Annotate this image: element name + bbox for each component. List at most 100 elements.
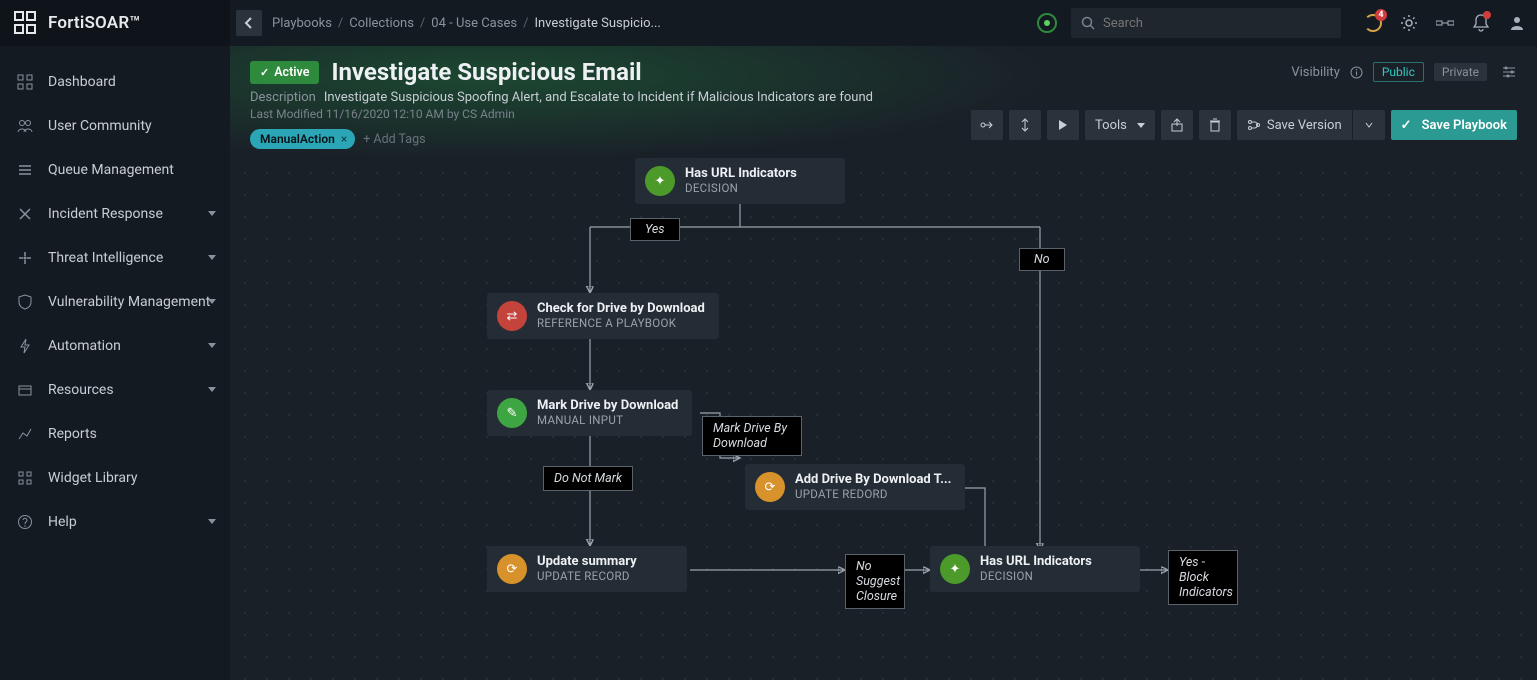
workflow-canvas[interactable]: ✦ Has URL IndicatorsDECISION Yes No ⇄ Ch… [230,158,1537,680]
bolt-icon [16,337,34,355]
modified-label: Last Modified [250,107,323,121]
sidebar-item-label: User Community [48,118,152,134]
tag-label: ManualAction [260,132,335,146]
sidebar-item-automation[interactable]: Automation [0,324,230,368]
search-input[interactable] [1103,16,1331,31]
manual-input-icon: ✎ [497,398,527,428]
description-label: Description [250,90,316,105]
notification-count: 4 [1375,9,1387,21]
tag-pill[interactable]: ManualAction × [250,129,355,149]
info-icon[interactable] [1350,66,1363,79]
shield-icon [16,293,34,311]
tools-dropdown[interactable]: Tools [1085,110,1155,140]
pending-tasks-icon[interactable]: 4 [1357,7,1389,39]
breadcrumb: Playbooks/ Collections/ 04 - Use Cases/ … [272,16,661,31]
edge-label-no-suggest[interactable]: No Suggest Closure [845,554,905,609]
edge-label-no[interactable]: No [1019,248,1065,271]
connector-icon[interactable] [1429,7,1461,39]
sidebar-item-queue-management[interactable]: Queue Management [0,148,230,192]
visibility-private-button[interactable]: Private [1434,63,1487,81]
node-check-drive-by-download[interactable]: ⇄ Check for Drive by DownloadREFERENCE A… [487,293,719,339]
decision-icon: ✦ [940,554,970,584]
grid-icon [16,73,34,91]
tag-remove-icon[interactable]: × [341,132,347,146]
description-text: Investigate Suspicious Spoofing Alert, a… [324,90,873,105]
sidebar-item-vulnerability-management[interactable]: Vulnerability Management [0,280,230,324]
export-button[interactable] [1161,110,1193,140]
save-playbook-button[interactable]: Save Playbook [1391,110,1517,140]
edge-label-yes-block[interactable]: Yes - Block Indicators [1168,550,1238,605]
update-record-icon: ⟳ [497,554,527,584]
search-icon [1081,16,1095,30]
sidebar-item-label: Dashboard [48,74,116,90]
users-icon [16,117,34,135]
sidebar-item-label: Incident Response [48,206,163,222]
sidebar-item-label: Vulnerability Management [48,294,210,310]
update-record-icon: ⟳ [755,472,785,502]
notifications-icon[interactable] [1465,7,1497,39]
sidebar-item-label: Queue Management [48,162,174,178]
app-name: FortiSOAR™ [48,13,140,33]
sidebar-item-widget-library[interactable]: Widget Library [0,456,230,500]
sidebar-item-threat-intelligence[interactable]: Threat Intelligence [0,236,230,280]
widget-icon [16,469,34,487]
node-has-url-indicators-1[interactable]: ✦ Has URL IndicatorsDECISION [635,158,845,204]
node-update-summary[interactable]: ⟳ Update summaryUPDATE RECORD [487,546,687,592]
sidebar-item-label: Resources [48,382,114,398]
back-button[interactable] [236,10,262,36]
playbook-header: Active Investigate Suspicious Email Visi… [230,46,1537,158]
visibility-label: Visibility [1291,65,1340,80]
visibility-public-button[interactable]: Public [1373,62,1424,82]
delete-button[interactable] [1199,110,1231,140]
save-version-button[interactable]: Save Version [1237,110,1352,140]
save-version-caret[interactable] [1353,110,1385,140]
breadcrumb-item[interactable]: 04 - Use Cases [431,16,517,31]
reference-icon: ⇄ [497,301,527,331]
branch-icon [1247,119,1261,131]
sidebar-item-incident-response[interactable]: Incident Response [0,192,230,236]
node-add-drive-by-download[interactable]: ⟳ Add Drive By Download T...UPDATE REDOR… [745,464,965,510]
logo-icon [14,11,38,35]
output-step-button[interactable] [1009,110,1041,140]
node-has-url-indicators-2[interactable]: ✦ Has URL IndicatorsDECISION [930,546,1140,592]
status-badge[interactable]: Active [250,61,319,84]
breadcrumb-current: Investigate Suspicio... [534,16,660,31]
queue-icon [16,161,34,179]
input-step-button[interactable] [971,110,1003,140]
sidebar-item-help[interactable]: Help [0,500,230,544]
notification-dot [1483,11,1491,19]
sidebar-item-reports[interactable]: Reports [0,412,230,456]
help-icon [16,513,34,531]
sidebar-item-label: Widget Library [48,470,137,486]
box-icon [16,381,34,399]
incident-icon [16,205,34,223]
global-search[interactable] [1071,8,1341,38]
sidebar-item-label: Automation [48,338,121,354]
sidebar-item-resources[interactable]: Resources [0,368,230,412]
breadcrumb-item[interactable]: Collections [349,16,414,31]
decision-icon: ✦ [645,166,675,196]
chart-icon [16,425,34,443]
editor-toolbar: Tools Save Version Save Playbook [971,110,1517,140]
node-mark-drive-by-download[interactable]: ✎ Mark Drive by DownloadMANUAL INPUT [487,390,692,436]
sidebar-item-label: Threat Intelligence [48,250,163,266]
user-icon[interactable] [1501,7,1533,39]
sidebar: Dashboard User Community Queue Managemen… [0,46,230,680]
sidebar-item-label: Help [48,514,77,530]
status-indicator-icon[interactable] [1037,13,1057,33]
threat-icon [16,249,34,267]
breadcrumb-item[interactable]: Playbooks [272,16,332,31]
run-button[interactable] [1047,110,1079,140]
modified-value: 11/16/2020 12:10 AM by CS Admin [326,107,515,121]
sidebar-item-dashboard[interactable]: Dashboard [0,60,230,104]
edge-label-mark-drive[interactable]: Mark Drive By Download [702,416,802,456]
settings-sliders-icon[interactable] [1501,65,1517,79]
page-title: Investigate Suspicious Email [331,58,641,86]
sidebar-item-label: Reports [48,426,97,442]
edge-label-yes[interactable]: Yes [630,218,680,241]
app-logo[interactable]: FortiSOAR™ [0,0,230,46]
sidebar-item-user-community[interactable]: User Community [0,104,230,148]
add-tags-button[interactable]: + Add Tags [363,132,425,147]
settings-icon[interactable] [1393,7,1425,39]
edge-label-do-not-mark[interactable]: Do Not Mark [543,466,633,491]
